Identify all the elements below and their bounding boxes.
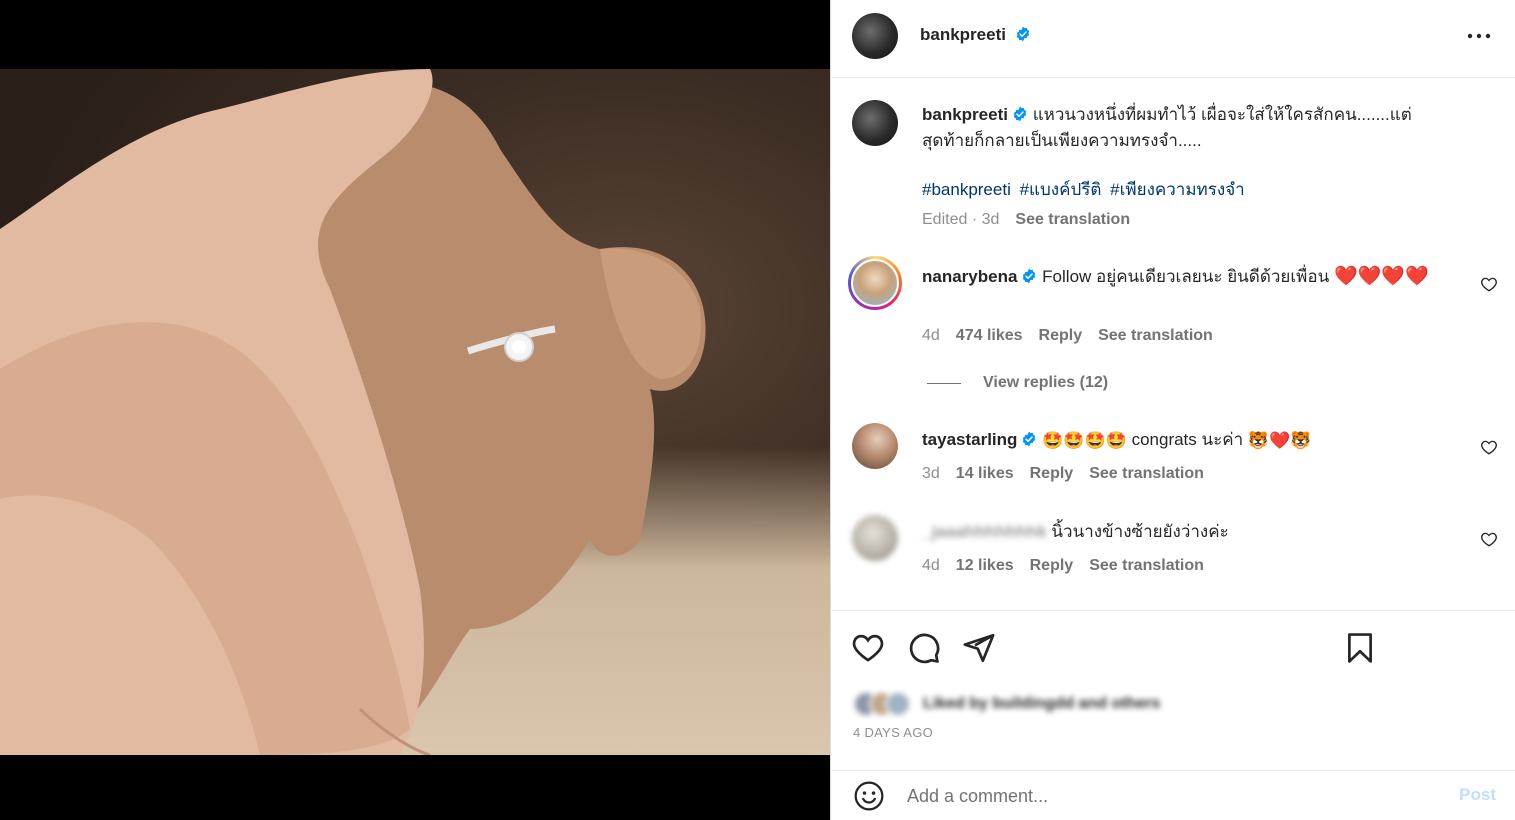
verified-icon <box>1023 431 1036 447</box>
caption-meta: Edited · 3d See translation <box>922 211 1130 229</box>
comment-avatar[interactable] <box>852 423 898 469</box>
comment-body: Follow อยู่คนเดียวเลยนะ ยินดีด้วยเพื่อน <box>1042 267 1330 286</box>
avatar <box>885 691 911 717</box>
actions-divider <box>831 610 1515 611</box>
comment-likes[interactable]: 474 likes <box>956 327 1023 345</box>
comment-body: congrats นะค่า <box>1131 430 1244 449</box>
caption-edited-time: Edited · 3d <box>922 211 1000 228</box>
see-translation-link[interactable]: See translation <box>1089 465 1204 483</box>
see-translation-link[interactable]: See translation <box>1015 211 1130 229</box>
view-replies-divider <box>927 382 961 384</box>
comment-username[interactable]: nanarybena <box>922 267 1017 286</box>
comment-reply-button[interactable]: Reply <box>1039 327 1083 345</box>
liked-by-text[interactable]: Liked by buildingdd and others <box>923 695 1160 713</box>
share-icon[interactable] <box>962 631 996 665</box>
comment-like-heart-icon[interactable] <box>1480 438 1498 456</box>
heart-icon[interactable] <box>851 631 885 665</box>
liked-by-summary[interactable]: Liked by buildingdd and others <box>853 690 1160 718</box>
comment-item: nanarybena Follow อยู่คนเดียวเลยนะ ยินดี… <box>922 264 1462 290</box>
comment-body: นิ้วนางข้างซ้ายยังว่างค่ะ <box>1051 522 1229 541</box>
comment-reply-button[interactable]: Reply <box>1030 557 1074 575</box>
post-date[interactable]: 4 DAYS AGO <box>853 725 933 740</box>
author-avatar[interactable] <box>852 13 898 59</box>
caption-author-username[interactable]: bankpreeti <box>922 105 1008 124</box>
comment-username[interactable]: tayastarling <box>922 430 1017 449</box>
caption-line-2: สุดท้ายก็กลายเป็นเพียงความทรงจำ..... <box>922 131 1202 150</box>
post-header: bankpreeti <box>831 0 1515 78</box>
comment-age: 4d <box>922 327 940 344</box>
comment-icon[interactable] <box>907 631 941 665</box>
comment-likes[interactable]: 14 likes <box>956 465 1014 483</box>
caption-hashtags: #bankpreeti #แบงค์ปรีติ #เพียงความทรงจำ <box>922 176 1249 203</box>
bookmark-icon[interactable] <box>1343 631 1377 665</box>
liked-by-avatars <box>853 691 911 717</box>
comment-age: 3d <box>922 465 940 482</box>
view-replies-label[interactable]: View replies (12) <box>983 374 1108 392</box>
comment-like-heart-icon[interactable] <box>1480 275 1498 293</box>
comment-input[interactable] <box>907 781 1427 811</box>
add-comment-bar: Post <box>831 770 1515 820</box>
view-replies-button[interactable]: View replies (12) <box>927 374 1108 392</box>
comment-meta: 4d 474 likes Reply See translation <box>922 327 1213 345</box>
author-username-text[interactable]: bankpreeti <box>920 25 1006 44</box>
hands-illustration <box>0 69 706 755</box>
comment-emoji: 🐯❤️🐯 <box>1247 431 1312 450</box>
post-media[interactable] <box>0 0 830 820</box>
comment-emoji: ❤️❤️❤️❤️ <box>1333 266 1429 287</box>
comment-emoji: 🤩🤩🤩🤩 <box>1042 431 1127 450</box>
verified-icon <box>1013 106 1027 122</box>
comment-avatar[interactable] <box>852 515 898 561</box>
comment-like-heart-icon[interactable] <box>1480 530 1498 548</box>
comment-item: tayastarling 🤩🤩🤩🤩 congrats นะค่า 🐯❤️🐯 <box>922 427 1462 454</box>
hashtag-link[interactable]: #เพียงความทรงจำ <box>1110 180 1245 199</box>
see-translation-link[interactable]: See translation <box>1089 557 1204 575</box>
more-icon[interactable] <box>1466 26 1492 46</box>
post-caption: bankpreeti แหวนวงหนึ่งที่ผมทำไว้ เผื่อจะ… <box>922 102 1482 154</box>
comment-avatar[interactable] <box>848 256 902 310</box>
caption-author-avatar[interactable] <box>852 100 898 146</box>
verified-icon <box>1023 268 1036 284</box>
comment-username[interactable]: _jaaahhhhhhhk <box>922 522 1047 541</box>
hashtag-link[interactable]: #แบงค์ปรีติ <box>1020 180 1102 199</box>
post-photo-hands-ring[interactable] <box>0 69 830 755</box>
see-translation-link[interactable]: See translation <box>1098 327 1213 345</box>
comment-meta: 3d 14 likes Reply See translation <box>922 465 1204 483</box>
hashtag-link[interactable]: #bankpreeti <box>922 180 1011 199</box>
caption-line-1: แหวนวงหนึ่งที่ผมทำไว้ เผื่อจะใส่ให้ใครสั… <box>1032 105 1412 124</box>
comment-reply-button[interactable]: Reply <box>1030 465 1074 483</box>
author-username[interactable]: bankpreeti <box>920 25 1031 45</box>
comment-meta: 4d 12 likes Reply See translation <box>922 557 1204 575</box>
comment-age: 4d <box>922 557 940 574</box>
comment-item: _jaaahhhhhhhk นิ้วนางข้างซ้ายยังว่างค่ะ <box>922 519 1462 545</box>
emoji-icon[interactable] <box>853 780 885 812</box>
verified-icon <box>1016 26 1029 42</box>
post-comment-button[interactable]: Post <box>1459 785 1496 805</box>
comment-likes[interactable]: 12 likes <box>956 557 1014 575</box>
post-details-panel: bankpreeti bankpreeti แหวนวงหนึ่งที่ผมทำ… <box>830 0 1515 820</box>
